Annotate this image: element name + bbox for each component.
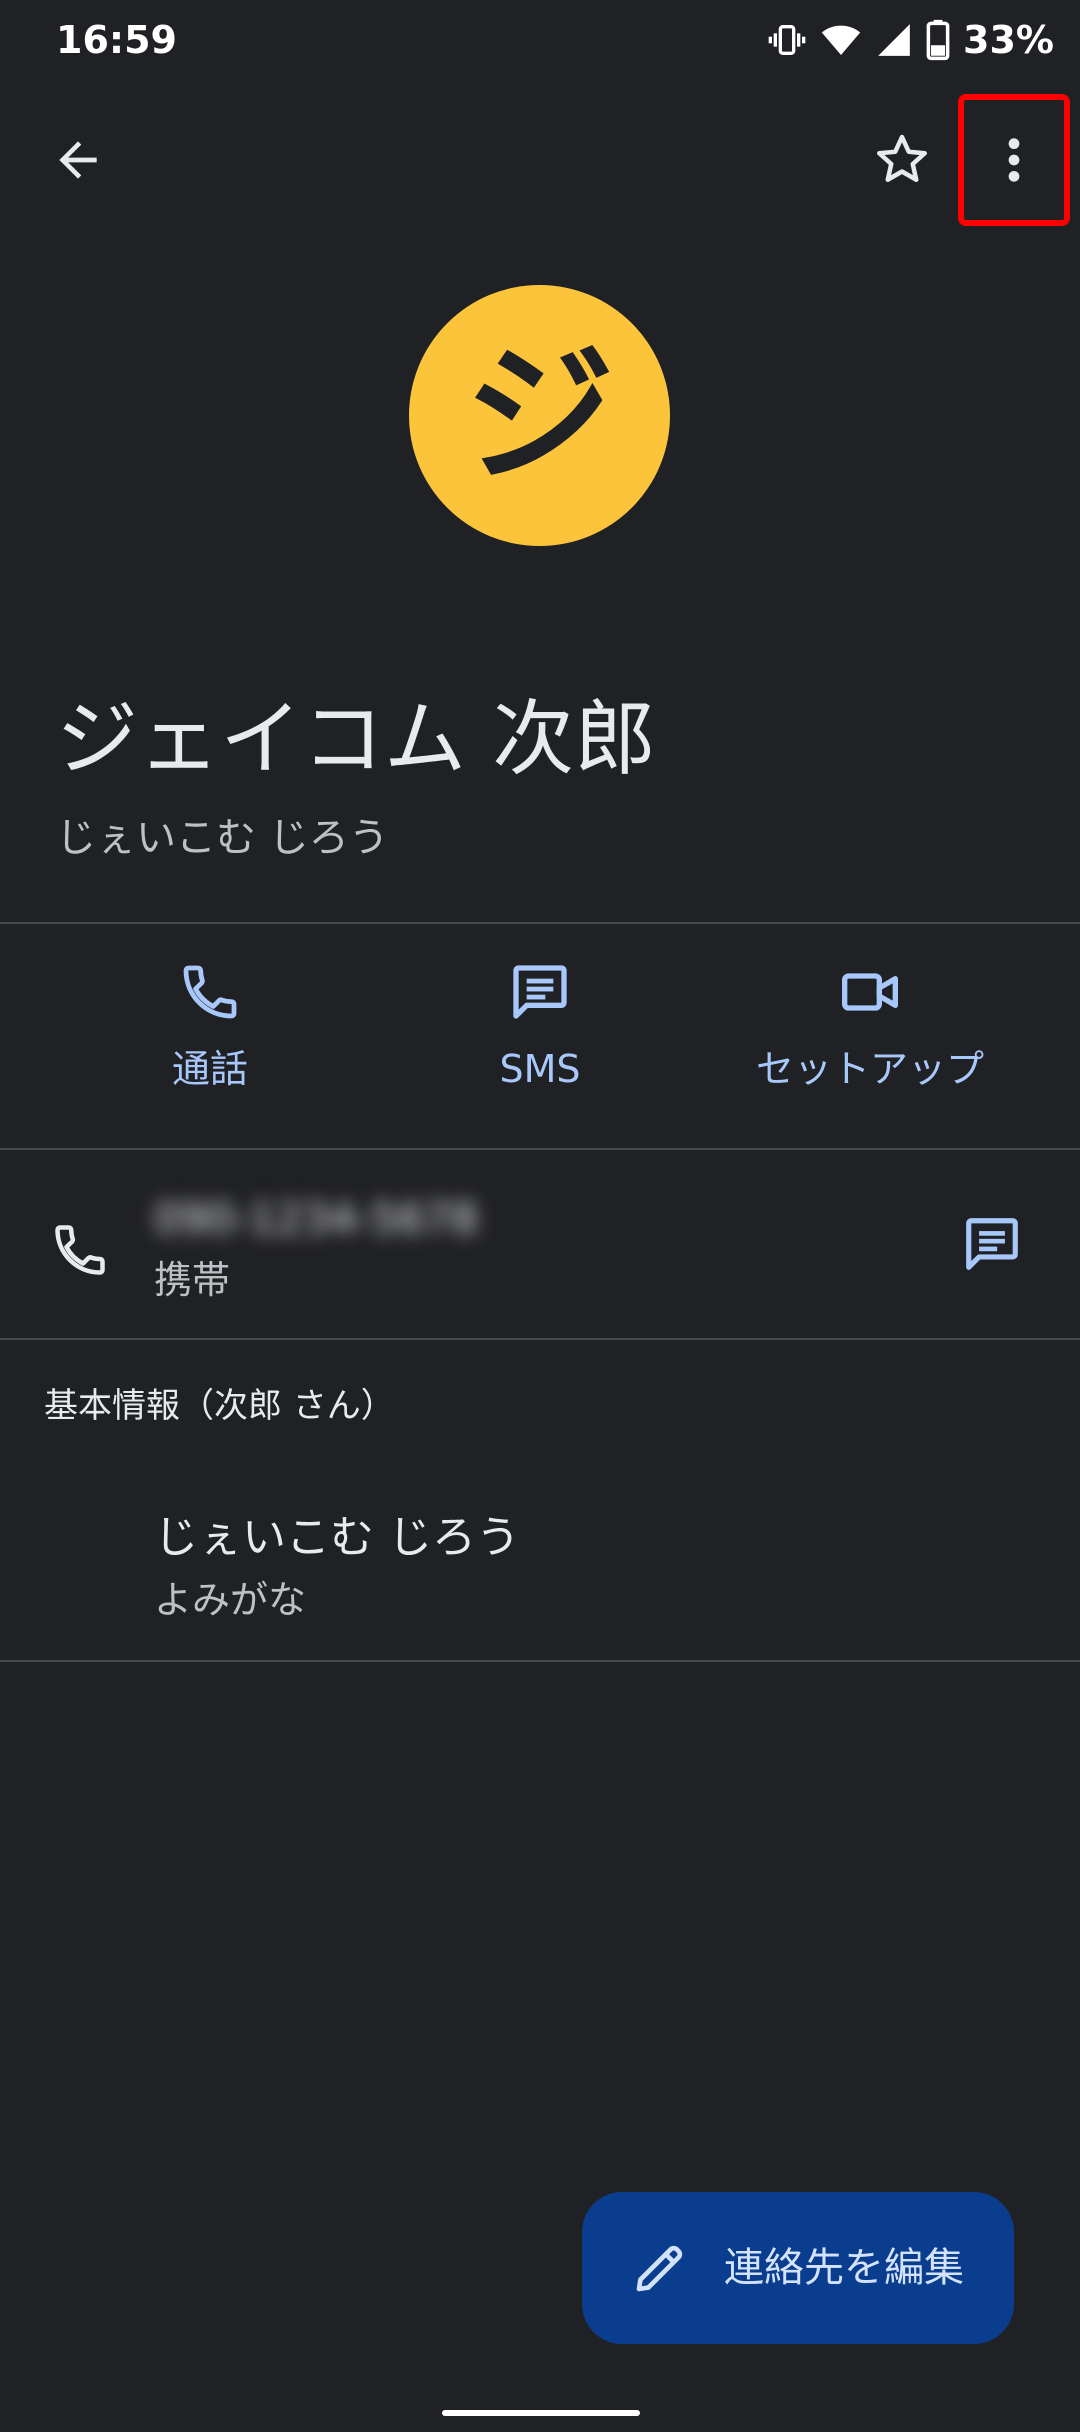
status-time: 16:59	[56, 18, 177, 62]
reading-field-label: よみがな	[154, 1578, 307, 1622]
gesture-nav-handle[interactable]	[442, 2410, 640, 2416]
pencil-icon	[636, 2245, 683, 2292]
sms-action-button[interactable]: SMS	[370, 960, 710, 1130]
contact-name: ジェイコム 次郎	[56, 692, 657, 787]
favorite-button[interactable]	[862, 120, 942, 200]
basic-info-title: 基本情報（次郎 さん）	[44, 1386, 395, 1426]
divider	[0, 1148, 1080, 1150]
cell-signal-icon	[875, 20, 913, 60]
call-action-label: 通話	[171, 1047, 248, 1091]
divider	[0, 1338, 1080, 1340]
divider	[0, 1660, 1080, 1662]
status-icons: 33%	[767, 14, 1054, 66]
edit-contact-button[interactable]: 連絡先を編集	[582, 2192, 1014, 2344]
video-setup-action-button[interactable]: セットアップ	[700, 960, 1040, 1130]
battery-icon	[925, 19, 951, 61]
more-options-button[interactable]	[958, 94, 1070, 226]
phone-icon	[183, 965, 237, 1019]
back-button[interactable]	[38, 120, 118, 200]
contact-avatar: ジ	[409, 285, 670, 546]
more-vert-icon	[1008, 138, 1020, 182]
back-arrow-icon	[59, 141, 97, 179]
sms-action-label: SMS	[499, 1047, 581, 1091]
edit-contact-label: 連絡先を編集	[724, 2245, 964, 2291]
star-outline-icon	[877, 134, 927, 182]
vibrate-icon	[767, 20, 807, 60]
phone-number[interactable]: 090-1234-5678	[154, 1190, 478, 1248]
videocam-icon	[842, 973, 898, 1011]
phone-type-label: 携帯	[154, 1258, 231, 1302]
video-setup-action-label: セットアップ	[755, 1047, 984, 1091]
reading-field-value: じぇいこむ じろう	[154, 1512, 520, 1563]
call-action-button[interactable]: 通話	[40, 960, 380, 1130]
phone-icon	[55, 1225, 105, 1275]
message-icon	[513, 965, 567, 1019]
message-icon	[966, 1218, 1018, 1270]
send-message-button[interactable]	[952, 1204, 1032, 1284]
phone-row-icon	[40, 1210, 120, 1290]
divider	[0, 922, 1080, 924]
battery-percent: 33%	[963, 18, 1054, 62]
avatar-letter: ジ	[464, 328, 615, 503]
wifi-icon	[819, 20, 863, 60]
contact-name-reading: じぇいこむ じろう	[56, 815, 389, 861]
